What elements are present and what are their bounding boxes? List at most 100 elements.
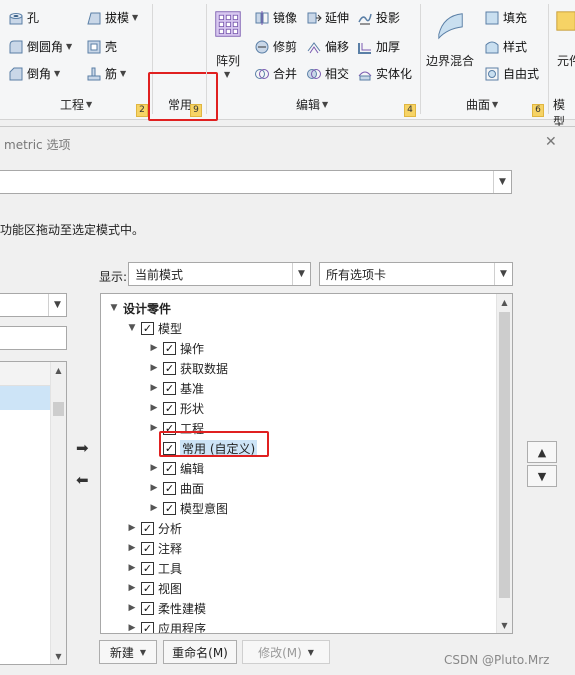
tree-item-tab[interactable]: ▶ ✓ 工具 [127, 558, 182, 578]
rib-button[interactable]: 筋 ▼ [86, 65, 126, 82]
group-label-engineering[interactable]: 工程 ▼ [60, 96, 92, 113]
checkbox-checked[interactable]: ✓ [141, 541, 154, 555]
checkbox-checked[interactable]: ✓ [141, 621, 154, 633]
tree-item-model[interactable]: ▼ ✓ 模型 [127, 318, 182, 338]
round-button[interactable]: 倒圆角 ▼ [8, 38, 72, 55]
freestyle-button[interactable]: 自由式 [484, 65, 539, 82]
chevron-down-icon[interactable]: ▼ [140, 648, 146, 657]
expand-icon[interactable]: ▶ [127, 563, 137, 573]
component-button[interactable]: 元件 [553, 8, 575, 78]
show-mode-dropdown[interactable]: 当前模式 ▼ [128, 262, 311, 286]
tree-item-design-part[interactable]: ▼ 设计零件 [109, 298, 171, 318]
expand-icon[interactable]: ▶ [149, 383, 159, 393]
checkbox-checked[interactable]: ✓ [163, 481, 176, 495]
boundary-blend-button[interactable]: 边界混合 [426, 8, 478, 68]
tree-item-model-child[interactable]: ✓ 常用 (自定义) [149, 438, 258, 458]
trim-button[interactable]: 修剪 [254, 38, 297, 55]
left-list-scrollbar[interactable]: ▲ ▼ [50, 362, 66, 664]
draft-button[interactable]: 拔模 ▼ [86, 9, 138, 26]
tree-scrollbar[interactable]: ▲ ▼ [496, 294, 512, 633]
scroll-down-icon[interactable]: ▼ [51, 648, 66, 664]
collapse-icon[interactable]: ▼ [109, 303, 119, 313]
ribbon-tree[interactable]: ▲ ▼ ▼ 设计零件 ▼ ✓ 模型 ▶ ✓ 操作 ▶ ✓ 获取数据 ▶ ✓ 基准 ▶ ✓ 形状 ▶ ✓ 工程 ✓ 常用 (… [100, 293, 513, 634]
left-command-list[interactable]: ▲ ▼ [0, 361, 67, 665]
chevron-down-icon[interactable]: ▼ [493, 171, 511, 193]
expand-icon[interactable]: ▶ [127, 603, 137, 613]
chevron-down-icon[interactable]: ▼ [308, 648, 314, 657]
chevron-down-icon[interactable]: ▼ [54, 69, 60, 78]
checkbox-checked[interactable]: ✓ [141, 561, 154, 575]
solidify-button[interactable]: 实体化 [357, 65, 412, 82]
checkbox-checked[interactable]: ✓ [163, 441, 176, 455]
fill-button[interactable]: 填充 [484, 9, 527, 26]
intersect-button[interactable]: 相交 [306, 65, 349, 82]
project-button[interactable]: 投影 [357, 9, 400, 26]
collapse-icon[interactable]: ▼ [127, 323, 137, 333]
tabs-filter-dropdown[interactable]: 所有选项卡 ▼ [319, 262, 513, 286]
tree-item-model-child[interactable]: ▶ ✓ 操作 [149, 338, 204, 358]
checkbox-checked[interactable]: ✓ [163, 501, 176, 515]
expand-icon[interactable]: ▶ [127, 543, 137, 553]
expand-icon[interactable]: ▶ [127, 623, 137, 633]
expand-icon[interactable]: ▶ [149, 503, 159, 513]
tree-item-tab[interactable]: ▶ ✓ 柔性建模 [127, 598, 206, 618]
checkbox-checked[interactable]: ✓ [141, 601, 154, 615]
tree-item-tab[interactable]: ▶ ✓ 视图 [127, 578, 182, 598]
group-label-model-intent[interactable]: 模型 [553, 96, 575, 130]
modify-button[interactable]: 修改(M) ▼ [242, 640, 330, 664]
offset-button[interactable]: 偏移 [306, 38, 349, 55]
list-item-selected[interactable] [0, 386, 51, 410]
move-down-button[interactable]: ▼ [527, 465, 557, 487]
expand-icon[interactable]: ▶ [149, 363, 159, 373]
extend-button[interactable]: 延伸 [306, 9, 349, 26]
tree-item-model-child[interactable]: ▶ ✓ 形状 [149, 398, 204, 418]
checkbox-checked[interactable]: ✓ [163, 341, 176, 355]
hole-button[interactable]: 孔 [8, 9, 39, 26]
move-left-arrow-icon[interactable]: ⬅ [76, 471, 89, 489]
checkbox-checked[interactable]: ✓ [163, 401, 176, 415]
tree-item-model-child[interactable]: ▶ ✓ 获取数据 [149, 358, 228, 378]
expand-icon[interactable]: ▶ [149, 423, 159, 433]
checkbox-checked[interactable]: ✓ [141, 581, 154, 595]
expand-icon[interactable]: ▶ [149, 343, 159, 353]
scroll-down-icon[interactable]: ▼ [497, 617, 512, 633]
scroll-up-icon[interactable]: ▲ [51, 362, 66, 378]
checkbox-checked[interactable]: ✓ [163, 361, 176, 375]
tree-item-model-child[interactable]: ▶ ✓ 编辑 [149, 458, 204, 478]
style-button[interactable]: 样式 [484, 38, 527, 55]
tree-item-tab[interactable]: ▶ ✓ 应用程序 [127, 618, 206, 633]
tree-item-model-child[interactable]: ▶ ✓ 基准 [149, 378, 204, 398]
checkbox-checked[interactable]: ✓ [141, 321, 154, 335]
checkbox-checked[interactable]: ✓ [141, 521, 154, 535]
close-icon[interactable]: ✕ [545, 134, 557, 150]
shell-button[interactable]: 壳 [86, 38, 117, 55]
group-label-editing[interactable]: 编辑 ▼ [296, 96, 328, 113]
tree-item-tab[interactable]: ▶ ✓ 注释 [127, 538, 182, 558]
expand-icon[interactable]: ▶ [149, 463, 159, 473]
tree-item-model-child[interactable]: ▶ ✓ 曲面 [149, 478, 204, 498]
chevron-down-icon[interactable]: ▼ [132, 13, 138, 22]
scroll-thumb[interactable] [53, 402, 64, 416]
chevron-down-icon[interactable]: ▼ [66, 42, 72, 51]
chevron-down-icon[interactable]: ▼ [120, 69, 126, 78]
expand-icon[interactable]: ▶ [149, 483, 159, 493]
expand-icon[interactable]: ▶ [127, 523, 137, 533]
move-right-arrow-icon[interactable]: ➡ [76, 439, 89, 457]
chevron-down-icon[interactable]: ▼ [224, 70, 230, 79]
chevron-down-icon[interactable]: ▼ [494, 263, 512, 285]
mirror-button[interactable]: 镜像 [254, 9, 297, 26]
pattern-button[interactable]: 阵列 ▼ [212, 8, 244, 86]
config-dropdown[interactable]: ▼ [0, 170, 512, 194]
move-up-button[interactable]: ▲ [527, 441, 557, 463]
left-filter-dropdown[interactable]: ▼ [0, 293, 67, 317]
tree-item-tab[interactable]: ▶ ✓ 分析 [127, 518, 182, 538]
expand-icon[interactable]: ▶ [127, 583, 137, 593]
expand-icon[interactable]: ▶ [149, 403, 159, 413]
scroll-thumb[interactable] [499, 312, 510, 598]
rename-button[interactable]: 重命名(M) [163, 640, 237, 664]
left-search-input[interactable] [0, 326, 67, 350]
group-label-surfaces[interactable]: 曲面 ▼ [466, 96, 498, 113]
thicken-button[interactable]: 加厚 [357, 38, 400, 55]
tree-item-model-child[interactable]: ▶ ✓ 模型意图 [149, 498, 228, 518]
checkbox-checked[interactable]: ✓ [163, 381, 176, 395]
